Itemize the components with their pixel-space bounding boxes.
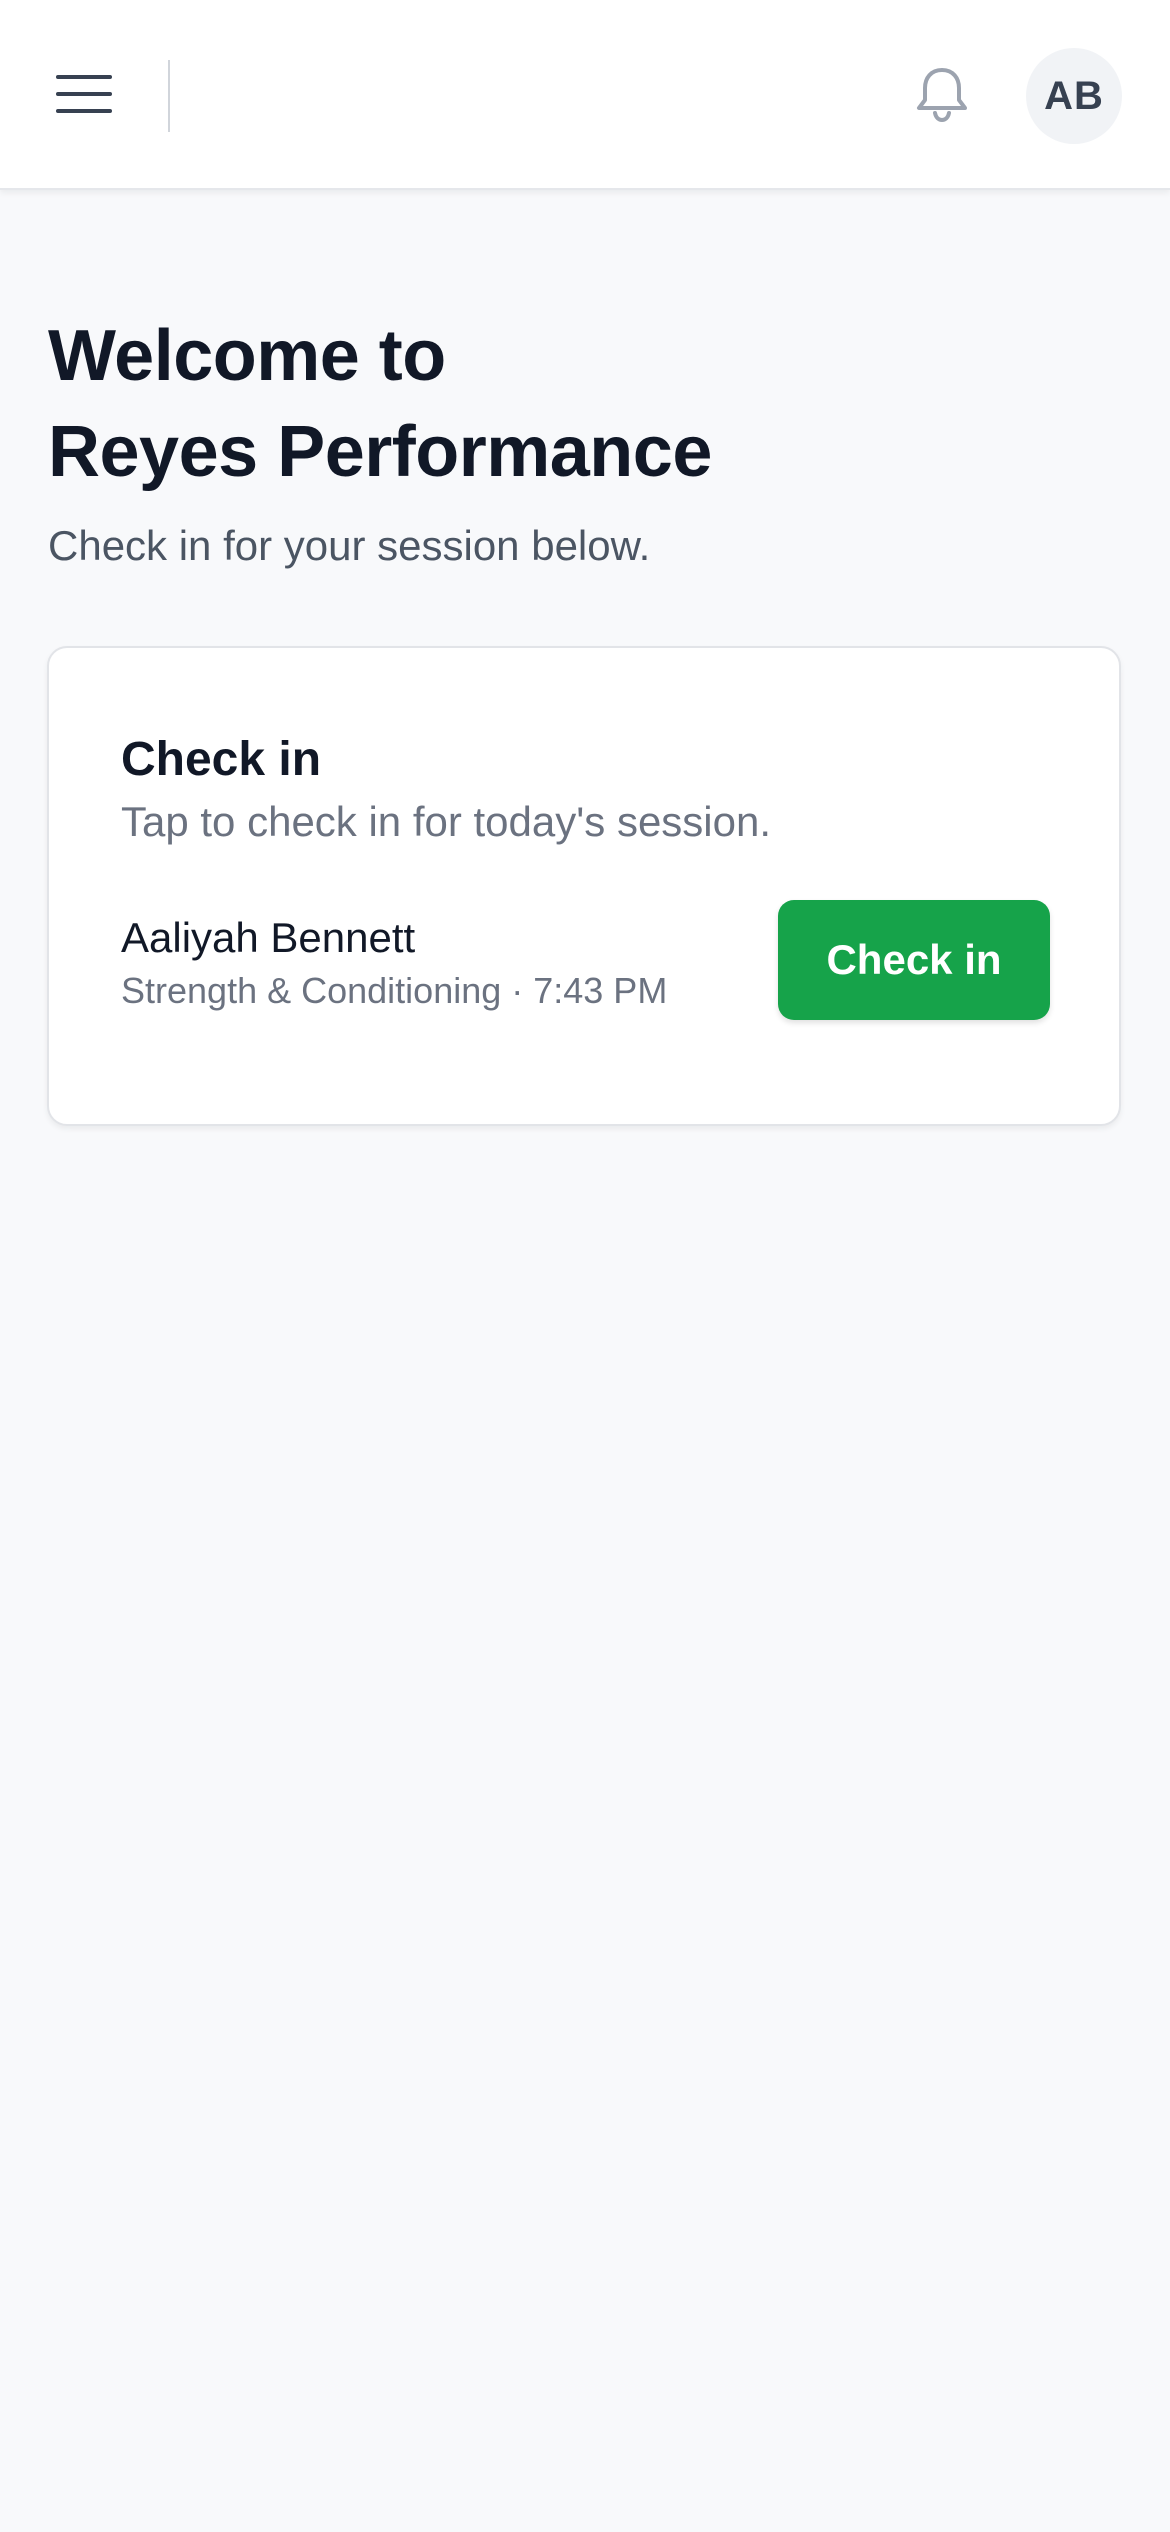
header-divider	[168, 60, 170, 132]
bell-icon	[917, 68, 967, 123]
title-line-1: Welcome to	[48, 316, 446, 396]
notifications-button[interactable]	[898, 50, 986, 138]
top-bar: AB	[0, 0, 1170, 190]
title-line-2: Reyes Performance	[48, 412, 712, 492]
session-info: Strength & Conditioning · 7:43 PM	[121, 970, 668, 1011]
page-subtitle: Check in for your session below.	[48, 522, 651, 569]
checkin-card: Check in Tap to check in for today's ses…	[47, 646, 1121, 1126]
menu-button[interactable]	[40, 50, 128, 138]
card-title: Check in	[121, 733, 322, 786]
user-avatar[interactable]: AB	[1026, 48, 1122, 144]
member-name: Aaliyah Bennett	[121, 914, 416, 961]
avatar-initials: AB	[1044, 73, 1104, 118]
check-in-button[interactable]: Check in	[778, 900, 1050, 1020]
page-title: Welcome to Reyes Performance	[48, 308, 1128, 500]
card-subtitle: Tap to check in for today's session.	[121, 798, 772, 845]
menu-icon	[56, 75, 112, 113]
